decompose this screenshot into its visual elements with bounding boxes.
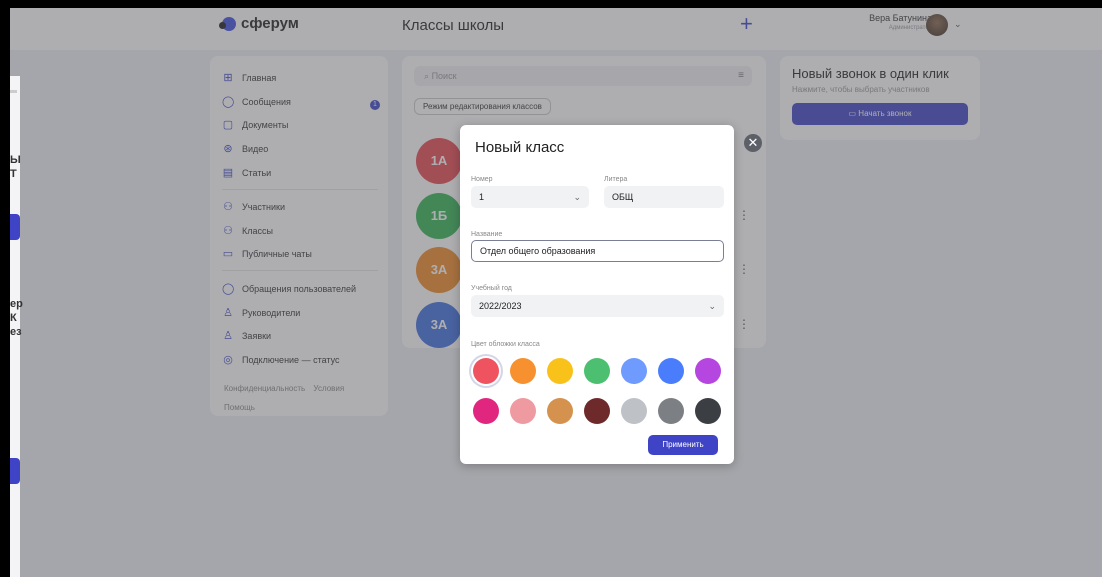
dialog-title: Новый класс — [475, 139, 565, 156]
chevron-down-icon: ⌄ — [573, 192, 581, 202]
color-swatch[interactable] — [584, 358, 610, 384]
color-swatch[interactable] — [658, 398, 684, 424]
apply-button[interactable]: Применить — [648, 435, 718, 455]
fragment-text: Т — [10, 168, 17, 180]
color-swatch[interactable] — [547, 358, 573, 384]
fragment-text: ер — [10, 298, 23, 310]
color-swatch[interactable] — [621, 358, 647, 384]
color-swatch[interactable] — [658, 358, 684, 384]
color-swatch[interactable] — [510, 358, 536, 384]
color-swatch[interactable] — [473, 358, 499, 384]
close-icon[interactable]: ✕ — [744, 134, 762, 152]
number-value: 1 — [479, 192, 485, 202]
fragment-text: ез — [10, 326, 22, 338]
name-field[interactable]: Отдел общего образования — [471, 240, 724, 262]
color-label: Цвет обложки класса — [471, 341, 540, 348]
app-window: сферум Классы школы + Вера Батунина Адми… — [10, 8, 1102, 577]
new-class-dialog: Новый класс Номер 1 ⌄ Литера ОБЩ Названи… — [460, 125, 734, 464]
fragment-text: Ы — [10, 154, 21, 166]
color-swatch[interactable] — [584, 398, 610, 424]
year-label: Учебный год — [471, 285, 512, 292]
letter-label: Литера — [604, 176, 628, 183]
color-swatch[interactable] — [695, 398, 721, 424]
color-swatch[interactable] — [621, 398, 647, 424]
fragment-button[interactable] — [10, 214, 20, 240]
color-swatch[interactable] — [510, 398, 536, 424]
number-select[interactable]: 1 ⌄ — [471, 186, 589, 208]
color-swatch[interactable] — [695, 358, 721, 384]
fragment-button[interactable] — [10, 458, 20, 484]
year-value: 2022/2023 — [479, 301, 522, 311]
chevron-down-icon: ⌄ — [708, 301, 716, 311]
name-label: Название — [471, 231, 503, 238]
letter-field[interactable]: ОБЩ — [604, 186, 724, 208]
background-window-strip: Ы Т ер К ез — [10, 76, 23, 577]
fragment-text: К — [10, 312, 17, 324]
fragment-mark — [10, 90, 17, 93]
color-swatch[interactable] — [547, 398, 573, 424]
color-swatch[interactable] — [473, 398, 499, 424]
year-select[interactable]: 2022/2023 ⌄ — [471, 295, 724, 317]
number-label: Номер — [471, 176, 493, 183]
